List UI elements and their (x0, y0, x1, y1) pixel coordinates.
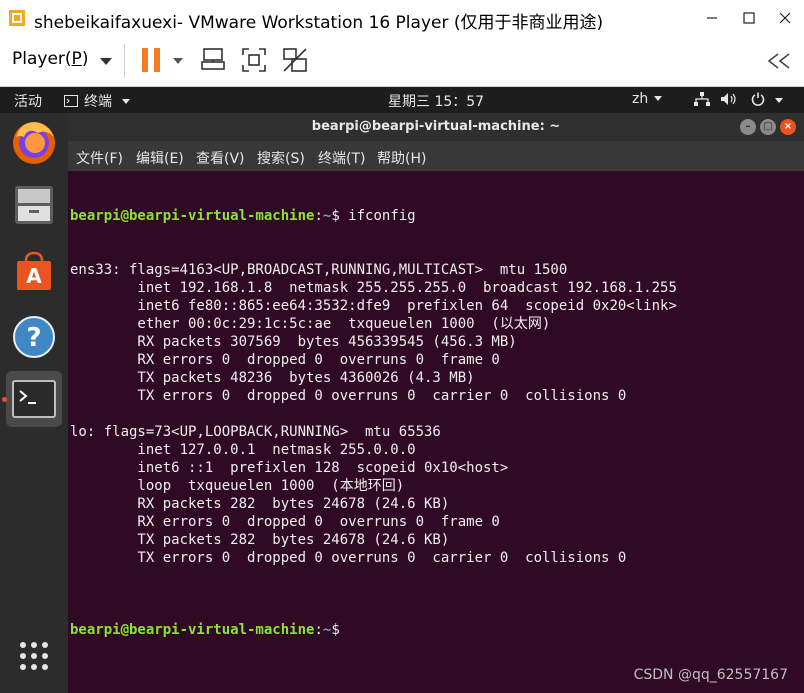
svg-text:A: A (26, 264, 42, 288)
prompt-user: bearpi@bearpi-virtual-machine (70, 208, 315, 224)
command-text: ifconfig (348, 208, 416, 224)
output-line: lo: flags=73<UP,LOOPBACK,RUNNING> mtu 65… (70, 424, 441, 440)
system-status-area[interactable] (694, 92, 784, 110)
active-indicator (2, 397, 7, 402)
menu-edit[interactable]: 编辑(E) (136, 148, 184, 168)
terminal-title: bearpi@bearpi-virtual-machine: ~ (311, 119, 561, 134)
show-apps-icon (20, 642, 48, 670)
collapse-icon[interactable] (766, 51, 792, 71)
minimize-icon (707, 17, 717, 19)
maximize-icon: □ (763, 121, 773, 132)
maximize-icon (743, 12, 755, 24)
close-icon: × (783, 121, 793, 132)
input-method-button[interactable]: zh (632, 91, 663, 107)
prompt-separator: : (314, 208, 323, 224)
prompt-symbol: $ (331, 622, 349, 638)
vmware-logo-icon (9, 10, 25, 26)
terminal-icon (12, 380, 56, 418)
dock: A ? (0, 113, 68, 693)
app-menu-button[interactable]: 终端 (64, 91, 131, 111)
terminal-small-icon (64, 95, 78, 107)
output-line: RX packets 307569 bytes 456339545 (456.3… (70, 334, 517, 350)
activities-button[interactable]: 活动 (14, 91, 42, 111)
dock-item-terminal[interactable] (6, 371, 62, 427)
player-menu-accel: P (71, 49, 82, 69)
prompt-user: bearpi@bearpi-virtual-machine (70, 622, 315, 638)
menu-view[interactable]: 查看(V) (196, 148, 245, 168)
player-menu-chevron-down-icon[interactable] (100, 58, 112, 65)
pause-dropdown-chevron-down-icon[interactable] (173, 58, 183, 64)
ubuntu-top-bar: 活动 终端 星期三 15：57 zh (0, 87, 804, 113)
menu-terminal[interactable]: 终端(T) (318, 148, 365, 168)
svg-text:?: ? (26, 323, 41, 353)
firefox-icon (13, 122, 55, 164)
output-line: TX errors 0 dropped 0 overruns 0 carrier… (70, 550, 627, 566)
software-icon: A (17, 251, 51, 290)
menu-help[interactable]: 帮助(H) (377, 148, 426, 168)
minimize-button[interactable] (699, 6, 725, 30)
output-line: inet6 fe80::865:ee64:3532:dfe9 prefixlen… (70, 298, 677, 314)
output-line: TX packets 282 bytes 24678 (24.6 KB) (70, 532, 450, 548)
dock-item-files[interactable] (6, 177, 62, 233)
player-menu-label: Player( (12, 49, 72, 69)
send-ctrl-alt-del-icon[interactable] (199, 46, 227, 74)
output-line: inet 192.168.1.8 netmask 255.255.255.0 b… (70, 280, 677, 296)
help-icon: ? (13, 316, 55, 358)
input-method-chevron-down-icon (654, 96, 663, 101)
player-menu-label-end: ) (81, 49, 89, 69)
maximize-button[interactable] (736, 6, 762, 30)
player-toolbar: Player(P) (0, 36, 804, 87)
output-line: RX packets 282 bytes 24678 (24.6 KB) (70, 496, 450, 512)
terminal-titlebar: bearpi@bearpi-virtual-machine: ~ – □ × (68, 113, 804, 141)
power-icon (751, 92, 765, 106)
dock-item-software[interactable]: A (6, 243, 62, 299)
player-menu-button[interactable]: Player(P) (12, 49, 88, 69)
output-line: TX errors 0 dropped 0 overruns 0 carrier… (70, 388, 627, 404)
prompt-line-current: bearpi@bearpi-virtual-machine:~$ (70, 621, 800, 639)
terminal-minimize-button[interactable]: – (740, 119, 756, 135)
prompt-separator: : (314, 622, 323, 638)
pause-icon[interactable] (140, 46, 164, 74)
fit-guest-icon[interactable] (240, 46, 268, 74)
files-icon (15, 186, 53, 224)
input-method-label: zh (632, 91, 649, 107)
command-output: ens33: flags=4163<UP,BROADCAST,RUNNING,M… (70, 261, 800, 585)
system-menu-chevron-down-icon (775, 98, 784, 103)
toolbar-divider (124, 44, 125, 78)
terminal-window: bearpi@bearpi-virtual-machine: ~ – □ × 文… (68, 113, 804, 693)
prompt-symbol: $ (331, 208, 349, 224)
terminal-maximize-button[interactable]: □ (760, 119, 776, 135)
output-line: RX errors 0 dropped 0 overruns 0 frame 0 (70, 352, 500, 368)
output-line: ether 00:0c:29:1c:5c:ae txqueuelen 1000 … (70, 316, 551, 332)
output-line: inet 127.0.0.1 netmask 255.0.0.0 (70, 442, 416, 458)
terminal-menubar: 文件(F) 编辑(E) 查看(V) 搜索(S) 终端(T) 帮助(H) (68, 141, 804, 171)
output-line: RX errors 0 dropped 0 overruns 0 frame 0 (70, 514, 500, 530)
network-icon (694, 92, 710, 106)
close-icon (779, 12, 791, 24)
window-title: shebeikaifaxuexi- VMware Workstation 16 … (34, 13, 604, 33)
minimize-icon: – (745, 121, 751, 132)
clock[interactable]: 星期三 15：57 (388, 91, 484, 111)
output-line: TX packets 48236 bytes 4360026 (4.3 MB) (70, 370, 475, 386)
unity-icon[interactable] (281, 46, 309, 74)
window-titlebar: shebeikaifaxuexi- VMware Workstation 16 … (0, 0, 804, 36)
output-line: loop txqueuelen 1000 (本地环回) (70, 478, 405, 494)
volume-icon (721, 93, 737, 105)
output-line: ens33: flags=4163<UP,BROADCAST,RUNNING,M… (70, 262, 568, 278)
dock-item-show-apps[interactable] (6, 628, 62, 684)
terminal-output[interactable]: bearpi@bearpi-virtual-machine:~$ ifconfi… (70, 171, 800, 691)
prompt-line: bearpi@bearpi-virtual-machine:~$ ifconfi… (70, 207, 800, 225)
terminal-close-button[interactable]: × (780, 119, 796, 135)
app-menu-label: 终端 (84, 94, 112, 110)
watermark: CSDN @qq_62557167 (633, 667, 788, 683)
app-menu-chevron-down-icon (122, 99, 131, 104)
menu-file[interactable]: 文件(F) (76, 148, 123, 168)
output-line: inet6 ::1 prefixlen 128 scopeid 0x10<hos… (70, 460, 509, 476)
close-button[interactable] (772, 6, 798, 30)
dock-item-help[interactable]: ? (6, 309, 62, 365)
menu-search[interactable]: 搜索(S) (257, 148, 305, 168)
dock-item-firefox[interactable] (6, 115, 62, 171)
